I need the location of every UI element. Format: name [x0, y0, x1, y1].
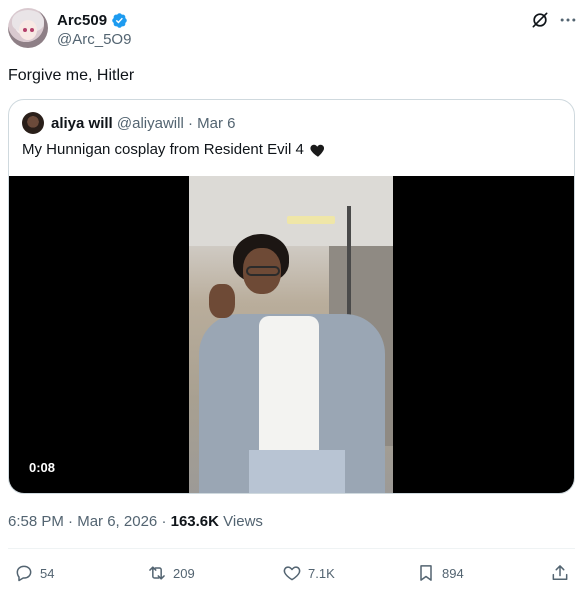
- share-icon: [552, 565, 568, 580]
- post: Arc509 @Arc_5O9 Forgive me, Hitler aliya…: [0, 0, 588, 601]
- avatar-eye: [23, 28, 27, 32]
- quoted-text: My Hunnigan cosplay from Resident Evil 4: [22, 141, 304, 158]
- reply-button[interactable]: 54: [14, 561, 54, 585]
- video-person-shirt: [259, 316, 319, 456]
- verified-badge-icon: [112, 12, 127, 28]
- video-ceiling: [189, 176, 393, 246]
- views-label: Views: [223, 513, 263, 530]
- quoted-handle[interactable]: @aliyawill: [117, 115, 184, 132]
- author-display-name[interactable]: Arc509: [57, 12, 107, 29]
- video-frame: [189, 176, 393, 493]
- post-time[interactable]: 6:58 PM: [8, 513, 64, 530]
- video-duration: 0:08: [21, 457, 64, 479]
- reply-count: 54: [40, 565, 55, 581]
- bookmark-count: 894: [442, 565, 464, 581]
- author-name-row: Arc509: [57, 10, 128, 30]
- more-icon[interactable]: [558, 10, 578, 30]
- like-button[interactable]: 7.1K: [282, 561, 335, 585]
- like-icon: [283, 566, 301, 581]
- post-meta: 6:58 PM · Mar 6, 2026 · 163.6K Views: [8, 512, 263, 532]
- like-count: 7.1K: [308, 565, 335, 581]
- quoted-text-row: My Hunnigan cosplay from Resident Evil 4: [22, 140, 327, 160]
- quoted-author-avatar[interactable]: [22, 112, 44, 134]
- repost-button[interactable]: 209: [147, 561, 195, 585]
- video-person-hand: [209, 284, 235, 318]
- video-player[interactable]: 0:08: [9, 176, 574, 493]
- video-person-skirt: [249, 450, 345, 493]
- avatar-eye: [30, 28, 34, 32]
- avatar-face: [19, 20, 37, 40]
- share-button[interactable]: [550, 561, 570, 585]
- reply-icon: [16, 565, 32, 582]
- bookmark-button[interactable]: 894: [416, 561, 464, 585]
- author-avatar[interactable]: [8, 8, 48, 48]
- meta-separator: ·: [68, 513, 74, 530]
- bookmark-icon: [420, 565, 432, 581]
- meta-separator: ·: [161, 513, 167, 530]
- black-heart-emoji-icon: [310, 144, 324, 157]
- grok-icon[interactable]: [530, 10, 550, 30]
- quoted-display-name[interactable]: aliya will: [51, 115, 113, 132]
- video-person-glasses: [246, 266, 280, 276]
- divider: [8, 548, 575, 549]
- repost-count: 209: [173, 565, 195, 581]
- quoted-header: aliya will @aliyawill · Mar 6: [51, 114, 235, 134]
- quoted-separator: ·: [187, 115, 193, 132]
- author-handle[interactable]: @Arc_5O9: [57, 31, 131, 48]
- video-garage-rail: [347, 206, 351, 326]
- repost-icon: [149, 566, 165, 580]
- tweet-text: Forgive me, Hitler: [8, 67, 135, 84]
- views-count[interactable]: 163.6K: [171, 513, 219, 530]
- quoted-post-card[interactable]: aliya will @aliyawill · Mar 6 My Hunniga…: [8, 99, 575, 494]
- quoted-date[interactable]: Mar 6: [197, 115, 235, 132]
- post-date[interactable]: Mar 6, 2026: [77, 513, 157, 530]
- video-ceiling-light: [287, 216, 335, 224]
